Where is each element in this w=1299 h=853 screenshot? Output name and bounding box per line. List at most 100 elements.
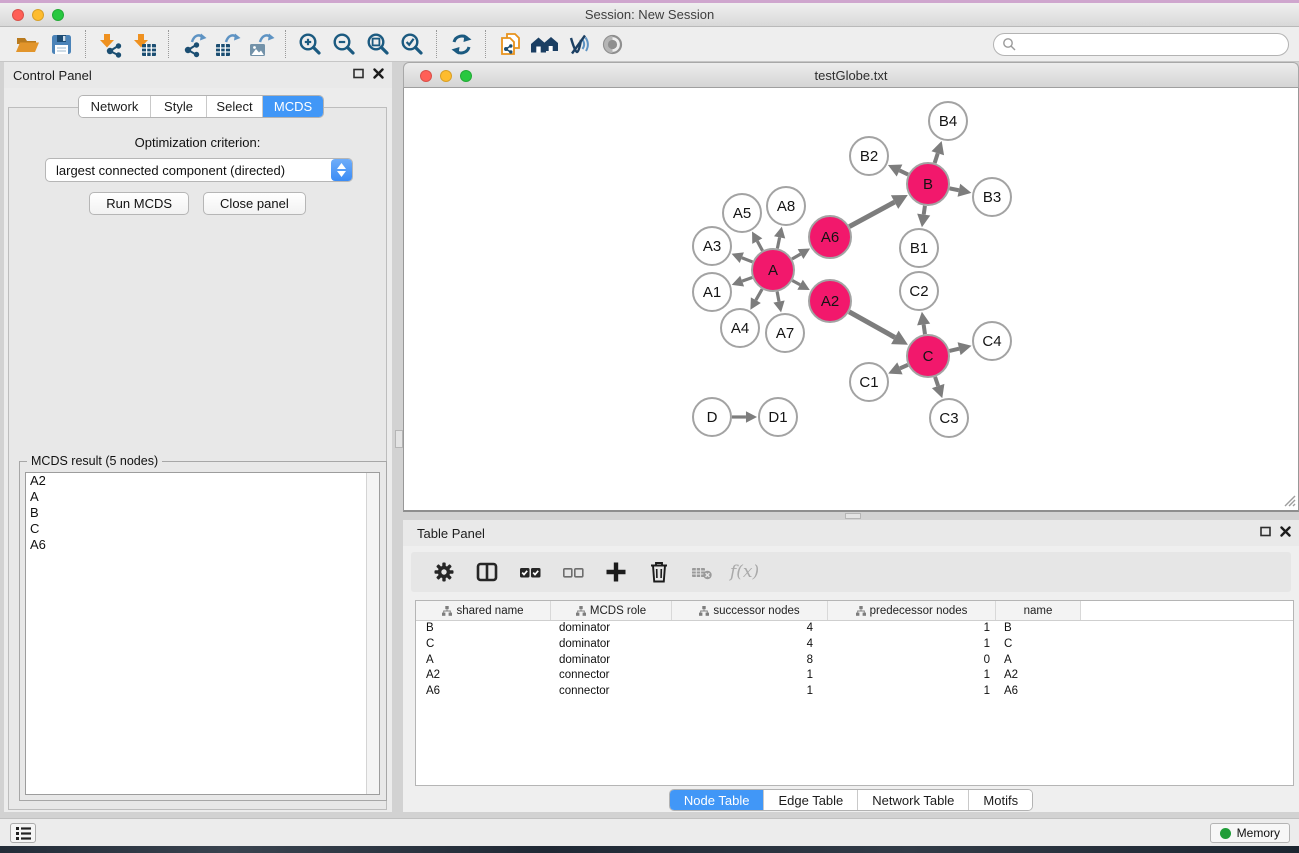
graph-edge-A-A6[interactable] [792,254,801,259]
tab-node-table[interactable]: Node Table [670,790,765,810]
cell-shared-name[interactable]: A [416,653,551,669]
cell-predecessor-nodes[interactable]: 1 [828,621,996,637]
result-list-item[interactable]: C [26,521,379,537]
close-panel-icon[interactable] [1280,526,1291,537]
cell-name[interactable]: B [996,621,1081,637]
graph-edge-A-A8[interactable] [777,237,779,248]
result-list-item[interactable]: A6 [26,537,379,553]
tab-edge-table[interactable]: Edge Table [764,790,858,810]
cell-successor-nodes[interactable]: 4 [672,621,828,637]
graph-edge-C-C1[interactable] [900,365,908,368]
import-network-button[interactable] [93,29,127,59]
graph-edge-A-A5[interactable] [757,241,762,251]
show-hide-annotations-button[interactable] [595,29,629,59]
column-header-predecessor-nodes[interactable]: predecessor nodes [828,601,996,620]
cell-mcds-role[interactable]: dominator [551,653,672,669]
cell-shared-name[interactable]: A6 [416,684,551,700]
tab-network[interactable]: Network [79,96,151,117]
graphics-details-button[interactable] [561,29,595,59]
delete-table-button[interactable] [687,557,717,587]
add-row-button[interactable] [601,557,631,587]
close-panel-icon[interactable] [373,68,384,79]
cell-mcds-role[interactable]: dominator [551,637,672,653]
network-canvas[interactable]: AA1A2A3A4A5A6A7A8BB1B2B3B4CC1C2C3C4DD1 [403,88,1299,512]
graph-edge-C-C2[interactable] [924,324,925,334]
graph-edge-A-A1[interactable] [742,277,752,281]
column-header-name[interactable]: name [996,601,1081,620]
export-network-button[interactable] [176,29,210,59]
cell-name[interactable]: C [996,637,1081,653]
table-row[interactable]: A2 connector 1 1 A2 [416,668,1293,684]
cell-shared-name[interactable]: B [416,621,551,637]
open-session-button[interactable] [10,29,44,59]
graph-edge-A-A2[interactable] [792,281,800,285]
cell-name[interactable]: A2 [996,668,1081,684]
cell-shared-name[interactable]: A2 [416,668,551,684]
memory-button[interactable]: Memory [1210,823,1290,843]
table-settings-button[interactable] [429,557,459,587]
save-session-button[interactable] [44,29,78,59]
cell-predecessor-nodes[interactable]: 0 [828,653,996,669]
network-overview-button[interactable] [527,29,561,59]
zoom-out-button[interactable] [327,29,361,59]
vertical-splitter-handle[interactable] [395,430,403,448]
cell-mcds-role[interactable]: connector [551,668,672,684]
column-header-shared-name[interactable]: shared name [416,601,551,620]
graph-edge-C-C3[interactable] [935,377,938,386]
graph-edge-B-B2[interactable] [900,170,909,174]
tab-style[interactable]: Style [151,96,207,117]
result-list-item[interactable]: A [26,489,379,505]
import-table-button[interactable] [127,29,161,59]
tab-network-table[interactable]: Network Table [858,790,969,810]
cell-shared-name[interactable]: C [416,637,551,653]
float-panel-icon[interactable] [353,68,364,79]
tab-motifs[interactable]: Motifs [969,790,1032,810]
graph-edge-A6-B[interactable] [849,202,894,226]
delete-rows-button[interactable] [644,557,674,587]
cell-successor-nodes[interactable]: 8 [672,653,828,669]
cell-name[interactable]: A [996,653,1081,669]
table-row[interactable]: C dominator 4 1 C [416,637,1293,653]
show-columns-button[interactable] [472,557,502,587]
table-row[interactable]: A6 connector 1 1 A6 [416,684,1293,700]
task-history-button[interactable] [10,823,36,843]
cell-predecessor-nodes[interactable]: 1 [828,668,996,684]
function-builder-button[interactable]: f(x) [730,557,759,587]
resize-grip-icon[interactable] [1283,494,1296,507]
zoom-selected-button[interactable] [395,29,429,59]
cell-successor-nodes[interactable]: 1 [672,684,828,700]
graph-edge-C-C4[interactable] [949,349,959,351]
search-field[interactable] [993,33,1289,56]
graph-edge-A-A3[interactable] [742,258,753,262]
cell-predecessor-nodes[interactable]: 1 [828,637,996,653]
network-graph[interactable]: AA1A2A3A4A5A6A7A8BB1B2B3B4CC1C2C3C4DD1 [404,88,1298,509]
graph-edge-B-B3[interactable] [950,188,959,190]
float-panel-icon[interactable] [1260,526,1271,537]
zoom-fit-content-button[interactable] [361,29,395,59]
table-row[interactable]: A dominator 8 0 A [416,653,1293,669]
criterion-dropdown[interactable]: largest connected component (directed) [45,158,353,182]
zoom-in-button[interactable] [293,29,327,59]
clone-network-button[interactable] [493,29,527,59]
result-list-item[interactable]: B [26,505,379,521]
export-table-button[interactable] [210,29,244,59]
refresh-view-button[interactable] [444,29,478,59]
tab-mcds[interactable]: MCDS [263,96,323,117]
result-scrollbar[interactable] [366,473,379,794]
table-row[interactable]: B dominator 4 1 B [416,621,1293,637]
deselect-all-rows-button[interactable] [558,557,588,587]
cell-successor-nodes[interactable]: 4 [672,637,828,653]
graph-edge-A-A4[interactable] [756,289,762,300]
column-header-successor-nodes[interactable]: successor nodes [672,601,828,620]
graph-edge-B-B4[interactable] [935,153,938,163]
mcds-result-list[interactable]: A2 A B C A6 [25,472,380,795]
result-list-item[interactable]: A2 [26,473,379,489]
column-header-mcds-role[interactable]: MCDS role [551,601,672,620]
cell-successor-nodes[interactable]: 1 [672,668,828,684]
node-table[interactable]: shared name MCDS role successor nodes pr… [415,600,1294,786]
cell-predecessor-nodes[interactable]: 1 [828,684,996,700]
horizontal-splitter-handle[interactable] [845,513,861,519]
graph-edge-B-B1[interactable] [924,206,925,215]
search-input[interactable] [1017,35,1288,54]
close-panel-button[interactable]: Close panel [203,192,306,215]
